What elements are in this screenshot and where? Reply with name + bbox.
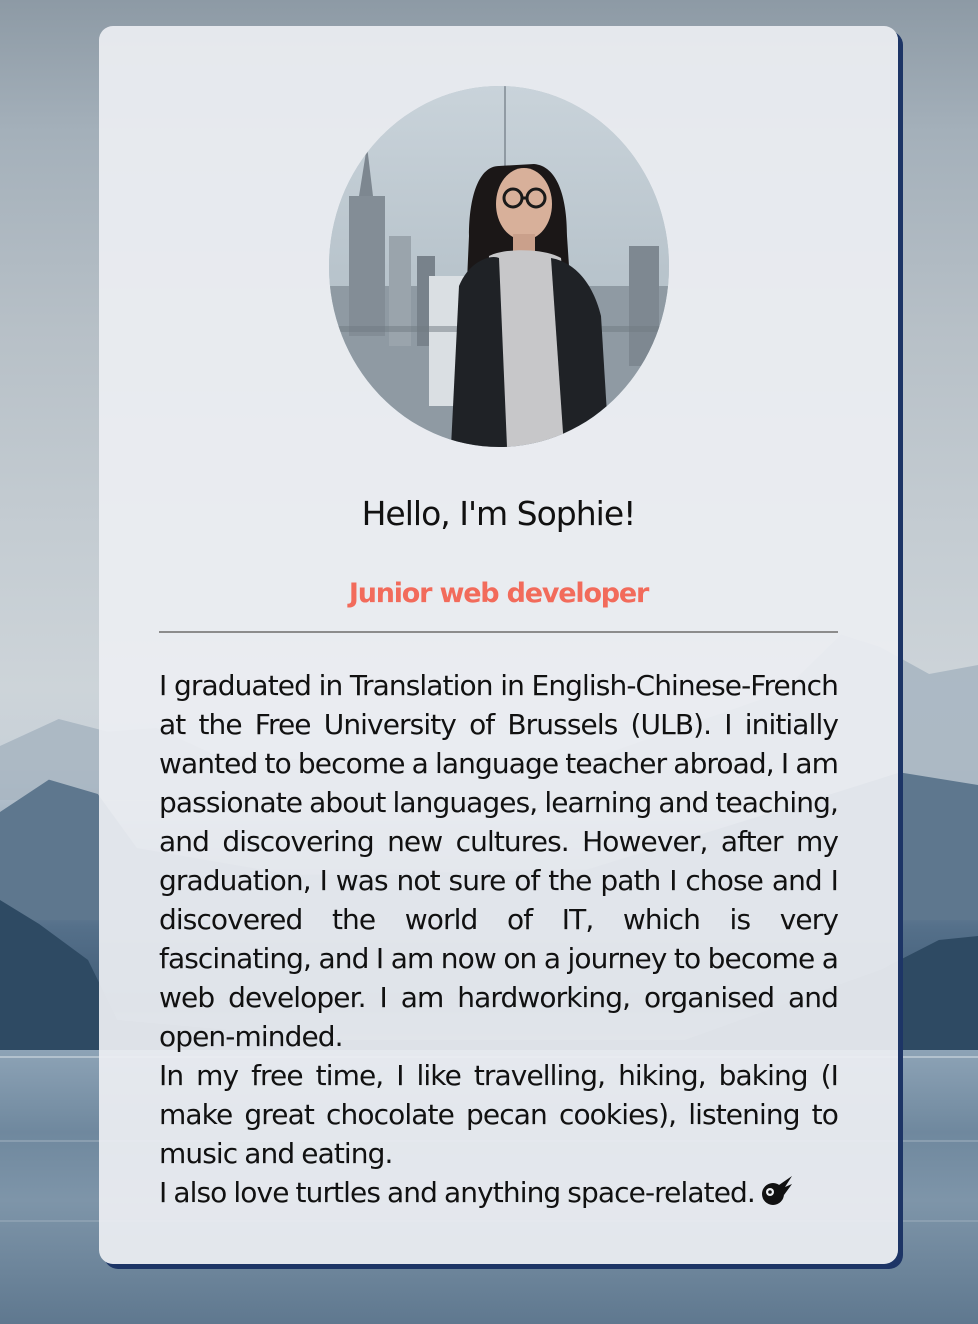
bio-text: I graduated in Translation in English-Ch… — [159, 666, 839, 1217]
bio-paragraph: I graduated in Translation in English-Ch… — [159, 669, 839, 1053]
bio-paragraph: In my free time, I like travelling, hiki… — [159, 1059, 839, 1170]
bio-paragraph-last: I also love turtles and anything space-r… — [159, 1173, 838, 1217]
about-card: Hello, I'm Sophie! Junior web developer … — [99, 26, 898, 1264]
avatar — [329, 86, 669, 447]
page-title: Hello, I'm Sophie! — [361, 494, 637, 533]
comet-icon — [759, 1175, 793, 1217]
job-title: Junior web developer — [348, 578, 650, 609]
bio-paragraph-text: I also love turtles and anything space-r… — [159, 1176, 756, 1209]
divider — [159, 631, 838, 633]
profile-photo-icon — [329, 86, 669, 447]
